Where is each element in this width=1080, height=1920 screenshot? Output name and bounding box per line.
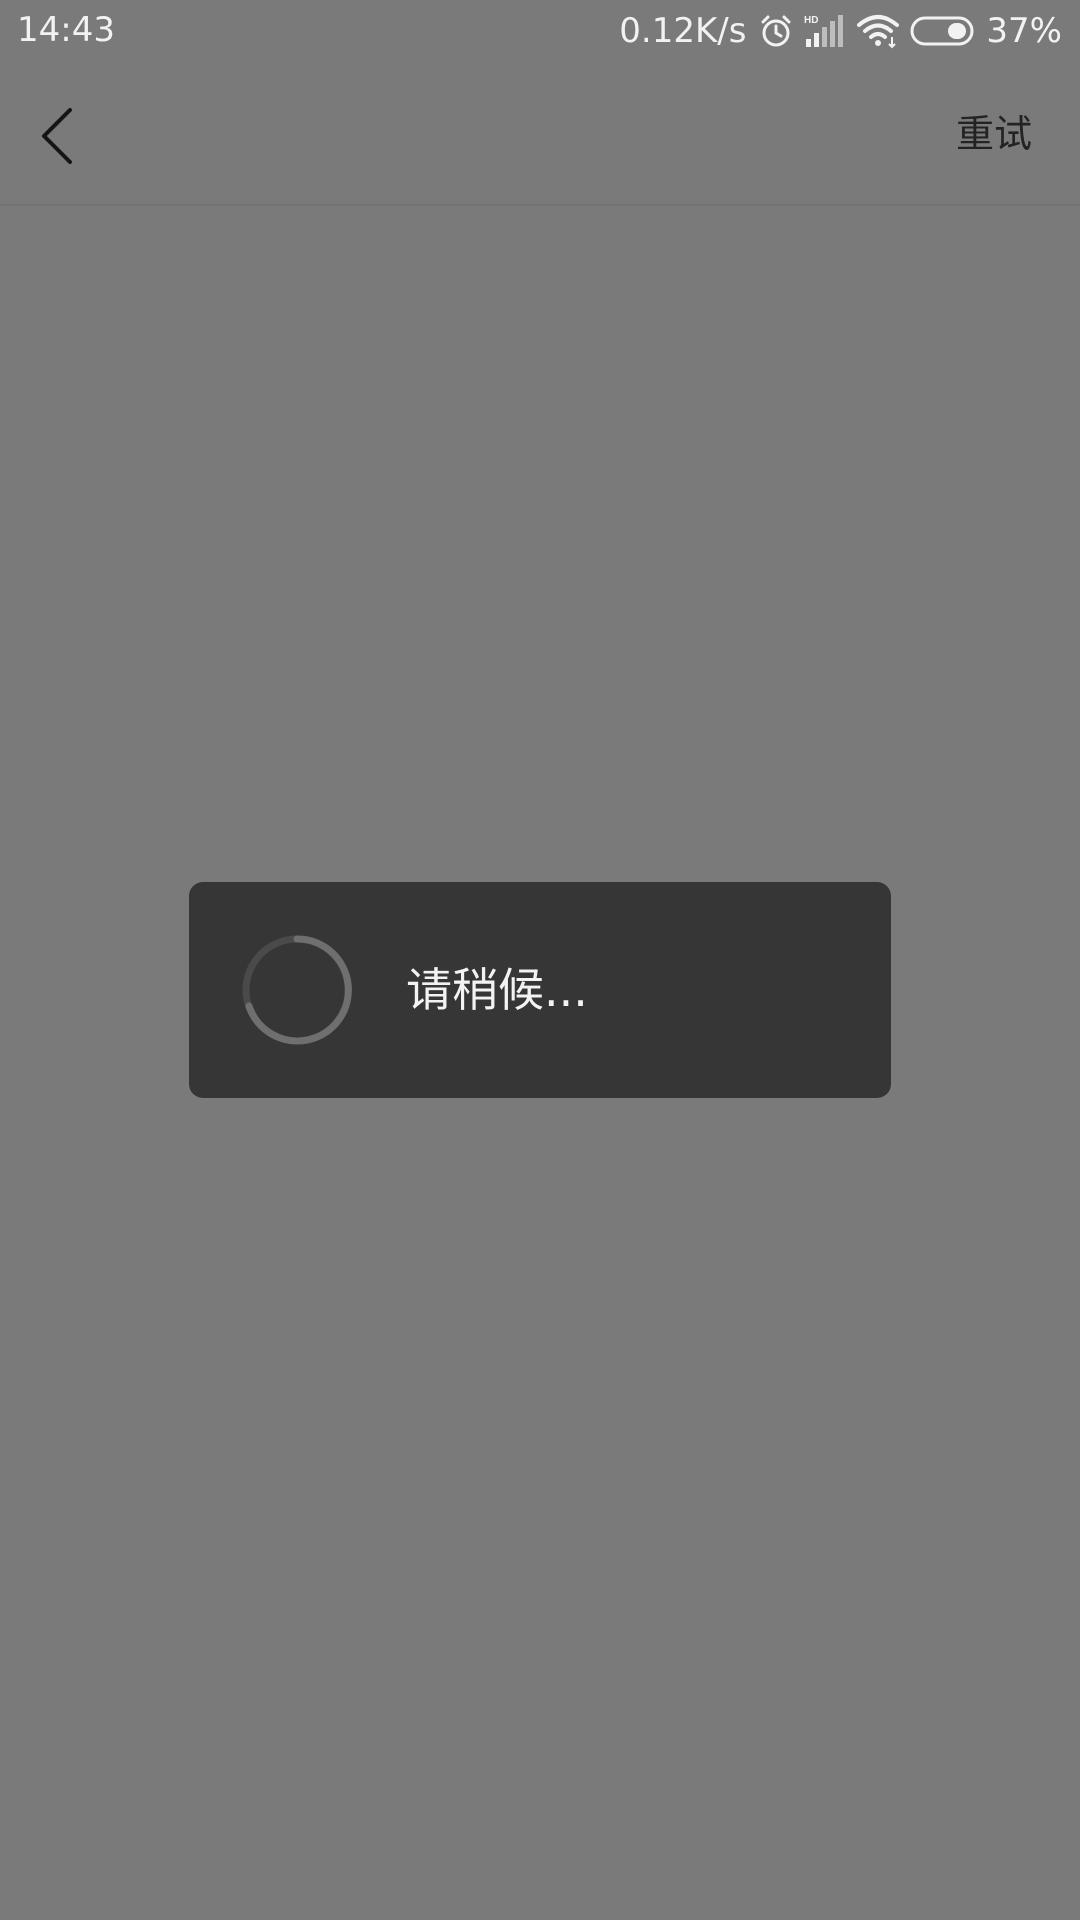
status-time: 14:43: [17, 10, 115, 50]
status-icons: 0.12K/s HD 37%: [619, 10, 1062, 52]
loading-dialog: 请稍候...: [189, 882, 891, 1098]
battery-icon: [910, 15, 976, 47]
wifi-icon: [856, 13, 900, 49]
top-nav-bar: 重试: [0, 62, 1080, 206]
battery-percent: 37%: [986, 11, 1062, 51]
loading-message: 请稍候...: [406, 963, 588, 1017]
back-button[interactable]: [28, 98, 88, 178]
svg-text:HD: HD: [804, 15, 818, 26]
hd-signal-icon: HD: [804, 13, 846, 49]
status-bar: 14:43 0.12K/s HD 37%: [0, 0, 1080, 62]
chevron-left-icon: [38, 107, 78, 169]
alarm-icon: [758, 13, 794, 49]
loading-spinner-icon: [241, 934, 353, 1046]
network-speed: 0.12K/s: [619, 11, 747, 51]
retry-button[interactable]: 重试: [956, 106, 1032, 162]
